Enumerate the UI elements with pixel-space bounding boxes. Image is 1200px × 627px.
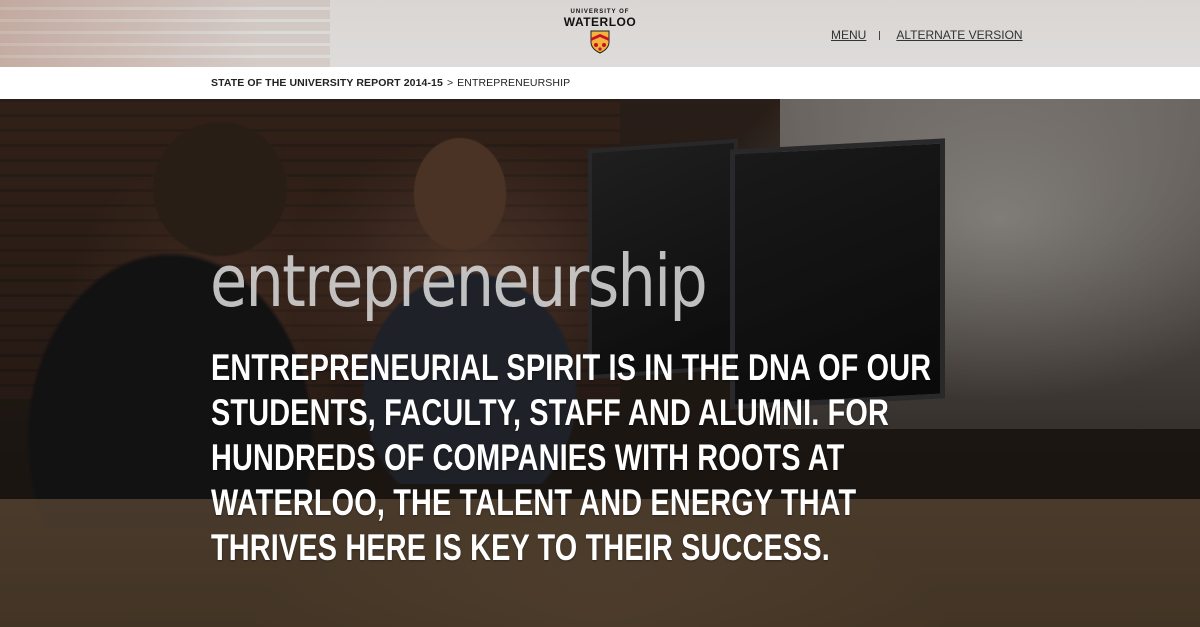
header-photo-strip bbox=[0, 0, 330, 67]
breadcrumb-parent-link[interactable]: STATE OF THE UNIVERSITY REPORT 2014-15 bbox=[211, 77, 443, 89]
alternate-version-link[interactable]: ALTERNATE VERSION bbox=[896, 28, 1022, 42]
university-shield-icon bbox=[590, 30, 610, 54]
logo-main-text: WATERLOO bbox=[563, 15, 637, 29]
site-header: UNIVERSITY OF WATERLOO MENU ALTERNATE VE… bbox=[0, 0, 1200, 67]
breadcrumb: STATE OF THE UNIVERSITY REPORT 2014-15 >… bbox=[0, 67, 1200, 99]
hero-background-photo bbox=[0, 99, 1200, 627]
university-logo[interactable]: UNIVERSITY OF WATERLOO bbox=[563, 9, 637, 59]
menu-link[interactable]: MENU bbox=[831, 28, 866, 42]
header-nav: MENU ALTERNATE VERSION bbox=[831, 27, 1023, 43]
photo-overlay bbox=[0, 99, 1200, 627]
breadcrumb-separator: > bbox=[446, 77, 454, 89]
breadcrumb-current: ENTREPRENEURSHIP bbox=[457, 77, 571, 89]
nav-divider bbox=[879, 30, 881, 40]
